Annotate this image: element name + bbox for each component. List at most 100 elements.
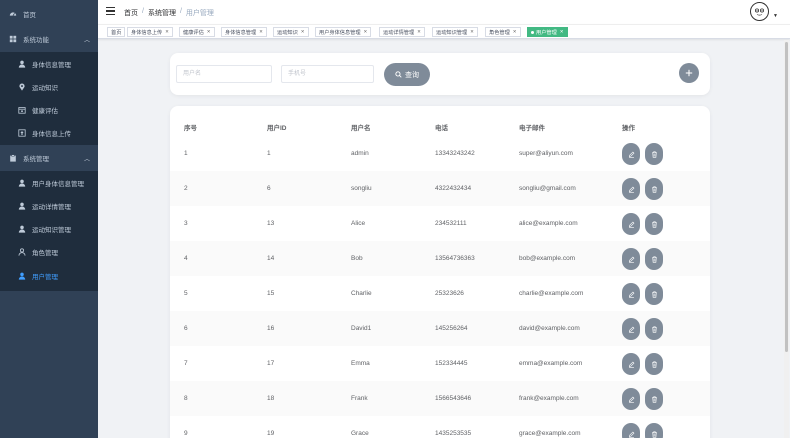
- edit-button[interactable]: [622, 248, 640, 270]
- sidebar-item-system-functions[interactable]: 系统功能 ︿: [0, 27, 98, 50]
- tag-role-management[interactable]: 角色管理 ✕: [485, 27, 521, 37]
- username-input[interactable]: [176, 65, 272, 83]
- edit-button[interactable]: [622, 213, 640, 235]
- row-phone: 145256264: [435, 325, 468, 332]
- caret-down-icon[interactable]: ▼: [773, 13, 778, 19]
- user-table: 序号 用户ID 用户名 电话 电子邮件 操作 1 1 admin 1334324324…: [170, 106, 710, 438]
- tag-health-assessment[interactable]: 健康评估 ✕: [179, 27, 215, 37]
- edit-button[interactable]: [622, 283, 640, 305]
- breadcrumb-system: 系统管理: [147, 10, 176, 17]
- row-email: grace@example.com: [519, 430, 581, 437]
- row-index: 6: [184, 325, 188, 332]
- tag-sports-knowledge-mgmt[interactable]: 运动知识管理 ✕: [432, 27, 478, 37]
- delete-button[interactable]: [645, 353, 663, 375]
- location-icon: [19, 83, 25, 91]
- column-header: 电子邮件: [519, 125, 545, 132]
- edit-button[interactable]: [622, 388, 640, 410]
- close-icon[interactable]: ✕: [165, 29, 169, 35]
- sidebar-item-system-management[interactable]: 系统管理 ︿: [0, 146, 98, 169]
- sidebar-item-role-management[interactable]: 角色管理: [0, 240, 98, 263]
- tag-label: 身体信息上传: [131, 29, 163, 36]
- close-icon[interactable]: ✕: [259, 29, 263, 35]
- column-header: 用户名: [351, 125, 371, 132]
- row-index: 4: [184, 255, 188, 262]
- hamburger-icon[interactable]: [106, 7, 115, 15]
- sidebar-item-sports-knowledge-mgmt[interactable]: 运动知识管理: [0, 217, 98, 240]
- sidebar-item-sports-knowledge[interactable]: 运动知识: [0, 75, 98, 98]
- column-header: 操作: [622, 125, 635, 132]
- column-header: 用户ID: [267, 125, 287, 132]
- close-icon[interactable]: ✕: [207, 29, 211, 35]
- edit-icon: [628, 186, 634, 193]
- sidebar-item-health-assessment[interactable]: 健康评估: [0, 98, 98, 121]
- row-username: Emma: [351, 360, 370, 367]
- edit-icon: [628, 396, 634, 403]
- delete-button[interactable]: [645, 423, 663, 438]
- scrollbar-thumb[interactable]: [785, 42, 788, 352]
- edit-button[interactable]: [622, 143, 640, 165]
- tag-user-body-info[interactable]: 用户身体信息管理 ✕: [315, 27, 372, 37]
- row-phone: 1566543646: [435, 395, 472, 402]
- row-phone: 13564736363: [435, 255, 475, 262]
- row-email: emma@example.com: [519, 360, 583, 367]
- table-row: 3 13 Alice 234532111 alice@example.com: [170, 206, 710, 241]
- delete-button[interactable]: [645, 143, 663, 165]
- sidebar-item-label: 角色管理: [32, 249, 58, 257]
- trash-icon: [651, 430, 657, 438]
- edit-button[interactable]: [622, 423, 640, 438]
- close-icon[interactable]: ✕: [470, 29, 474, 35]
- row-username: admin: [351, 150, 369, 157]
- delete-button[interactable]: [645, 248, 663, 270]
- edit-button[interactable]: [622, 353, 640, 375]
- sidebar-item-body-upload[interactable]: 身体信息上传: [0, 121, 98, 144]
- row-phone: 4322432434: [435, 185, 472, 192]
- edit-button[interactable]: [622, 318, 640, 340]
- close-icon[interactable]: ✕: [364, 29, 368, 35]
- edit-button[interactable]: [622, 178, 640, 200]
- delete-button[interactable]: [645, 213, 663, 235]
- close-icon[interactable]: ✕: [301, 29, 305, 35]
- tag-sports-detail[interactable]: 运动详情管理 ✕: [379, 27, 425, 37]
- tag-body-info[interactable]: 身体信息管理 ✕: [221, 27, 267, 37]
- delete-button[interactable]: [645, 178, 663, 200]
- add-user-button[interactable]: [679, 63, 699, 83]
- search-button[interactable]: 查询: [384, 63, 430, 86]
- breadcrumb-home[interactable]: 首页: [124, 8, 138, 18]
- sidebar-item-user-management[interactable]: 用户管理: [0, 264, 98, 287]
- tag-user-management[interactable]: 用户管理 ✕: [527, 27, 568, 37]
- row-user-id: 14: [267, 255, 275, 262]
- close-icon[interactable]: ✕: [417, 29, 421, 35]
- sidebar-item-user-body-info[interactable]: 用户身体信息管理: [0, 171, 98, 194]
- delete-button[interactable]: [645, 318, 663, 340]
- sidebar-item-home[interactable]: 首页: [0, 2, 98, 25]
- table-row: 4 14 Bob 13564736363 bob@example.com: [170, 241, 710, 276]
- upload-icon: [18, 128, 26, 137]
- phone-input[interactable]: [281, 65, 374, 83]
- grid-icon: [9, 35, 17, 42]
- breadcrumb-separator: /: [179, 8, 182, 15]
- tag-sports-knowledge[interactable]: 运动知识 ✕: [273, 27, 309, 37]
- tag-body-upload[interactable]: 身体信息上传 ✕: [127, 27, 173, 37]
- edit-icon: [628, 326, 634, 333]
- row-email: songliu@gmail.com: [519, 185, 576, 192]
- tag-label: 用户身体信息管理: [319, 29, 361, 36]
- sidebar-item-body-info[interactable]: 身体信息管理: [0, 52, 98, 75]
- sidebar-item-label: 运动详情管理: [32, 203, 71, 211]
- close-icon[interactable]: ✕: [513, 29, 517, 35]
- row-username: Bob: [351, 255, 363, 262]
- dashboard-icon: [9, 11, 17, 16]
- search-button-label: 查询: [405, 71, 419, 79]
- edit-icon: [628, 256, 634, 263]
- trash-icon: [651, 150, 657, 158]
- delete-button[interactable]: [645, 388, 663, 410]
- tag-home[interactable]: 首页: [107, 27, 126, 37]
- sidebar-item-label: 用户身体信息管理: [32, 180, 84, 188]
- edit-icon: [628, 221, 634, 228]
- row-email: frank@example.com: [519, 395, 579, 402]
- sidebar-item-sports-detail[interactable]: 运动详情管理: [0, 194, 98, 217]
- row-email: charlie@example.com: [519, 290, 584, 297]
- row-user-id: 6: [267, 185, 271, 192]
- delete-button[interactable]: [645, 283, 663, 305]
- avatar[interactable]: [750, 2, 769, 21]
- close-icon[interactable]: ✕: [560, 29, 564, 35]
